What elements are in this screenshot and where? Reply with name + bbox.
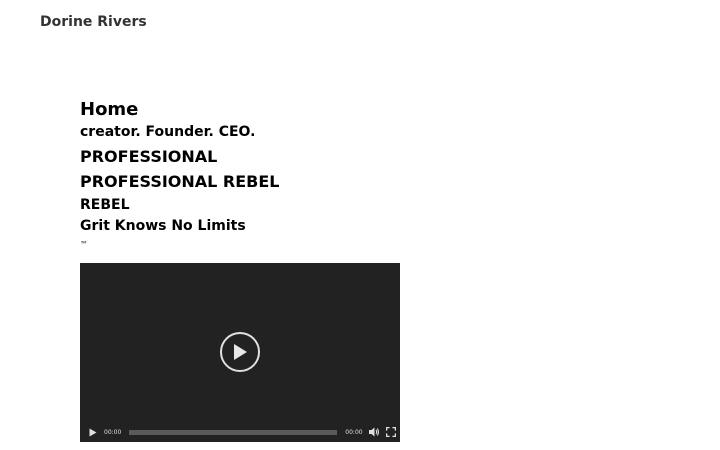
page-title: Home	[80, 99, 139, 120]
heading-professional: PROFESSIONAL	[80, 147, 218, 166]
trademark-symbol: ™	[80, 240, 88, 249]
tagline-creator: creator. Founder. CEO.	[80, 124, 256, 140]
current-time: 00:00	[104, 428, 122, 436]
slogan: Grit Knows No Limits	[80, 218, 246, 234]
volume-icon	[369, 427, 380, 437]
heading-rebel: REBEL	[80, 197, 130, 213]
progress-bar[interactable]	[129, 429, 338, 435]
fullscreen-icon	[385, 427, 396, 437]
play-icon	[89, 428, 97, 436]
video-player[interactable]: 00:00 00:00	[80, 263, 400, 442]
video-controls: 00:00 00:00	[80, 422, 400, 442]
heading-professional-rebel: PROFESSIONAL REBEL	[80, 172, 280, 191]
volume-button[interactable]	[368, 425, 382, 439]
site-title[interactable]: Dorine Rivers	[40, 14, 147, 30]
big-play-button[interactable]	[220, 332, 260, 372]
page-content: Home creator. Founder. CEO. PROFESSIONAL…	[80, 99, 400, 253]
fullscreen-button[interactable]	[384, 425, 398, 439]
duration: 00:00	[345, 428, 363, 436]
play-button[interactable]	[86, 425, 100, 439]
play-circle-icon	[234, 344, 247, 360]
